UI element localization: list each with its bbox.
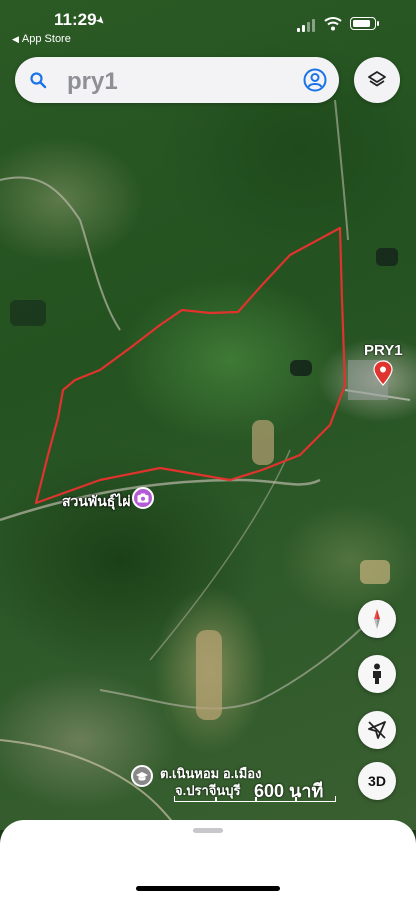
location-off-icon	[368, 721, 386, 739]
compass-button[interactable]	[358, 600, 396, 638]
account-icon[interactable]	[303, 68, 327, 92]
wifi-icon	[324, 17, 342, 31]
pond	[376, 248, 398, 266]
person-icon	[373, 663, 381, 684]
search-icon	[30, 72, 47, 89]
street-view-button[interactable]	[358, 655, 396, 693]
pinned-place-label[interactable]: PRY1	[364, 342, 403, 359]
pond	[10, 300, 46, 326]
compass-icon	[374, 609, 380, 629]
back-app-label: App Store	[21, 33, 71, 45]
cellular-signal-icon	[297, 18, 317, 32]
graduation-cap-icon	[136, 772, 148, 781]
clock: 11:29	[54, 10, 97, 29]
search-query[interactable]: pry1	[67, 68, 118, 96]
road	[0, 739, 181, 830]
status-bar: 11:29 ➤ ◀ App Store	[0, 0, 416, 52]
sheet-grabber[interactable]	[193, 828, 223, 833]
pond	[290, 360, 312, 376]
3d-toggle-button[interactable]: 3D	[358, 762, 396, 800]
search-bar[interactable]: pry1	[15, 57, 339, 103]
satellite-map[interactable]	[0, 0, 416, 830]
location-button[interactable]	[358, 711, 396, 749]
map-pin-icon[interactable]	[373, 360, 393, 386]
field	[196, 630, 222, 720]
battery-icon	[350, 17, 379, 30]
layers-icon	[368, 71, 386, 87]
back-arrow-icon: ◀	[12, 34, 19, 44]
school-poi-icon[interactable]	[131, 765, 153, 787]
back-to-app-link[interactable]: ◀ App Store	[12, 33, 71, 45]
home-indicator	[136, 886, 280, 891]
layers-button[interactable]	[354, 57, 400, 103]
road	[334, 99, 349, 241]
place-label[interactable]: สวนพันธุ์ไผ่	[62, 491, 131, 513]
bottom-sheet[interactable]	[0, 820, 416, 900]
camera-poi-icon[interactable]	[132, 487, 154, 509]
map-overlay	[0, 99, 411, 830]
field	[252, 420, 274, 465]
camera-icon	[137, 493, 149, 503]
scale-bar	[174, 796, 336, 802]
road	[99, 619, 371, 710]
field	[360, 560, 390, 584]
